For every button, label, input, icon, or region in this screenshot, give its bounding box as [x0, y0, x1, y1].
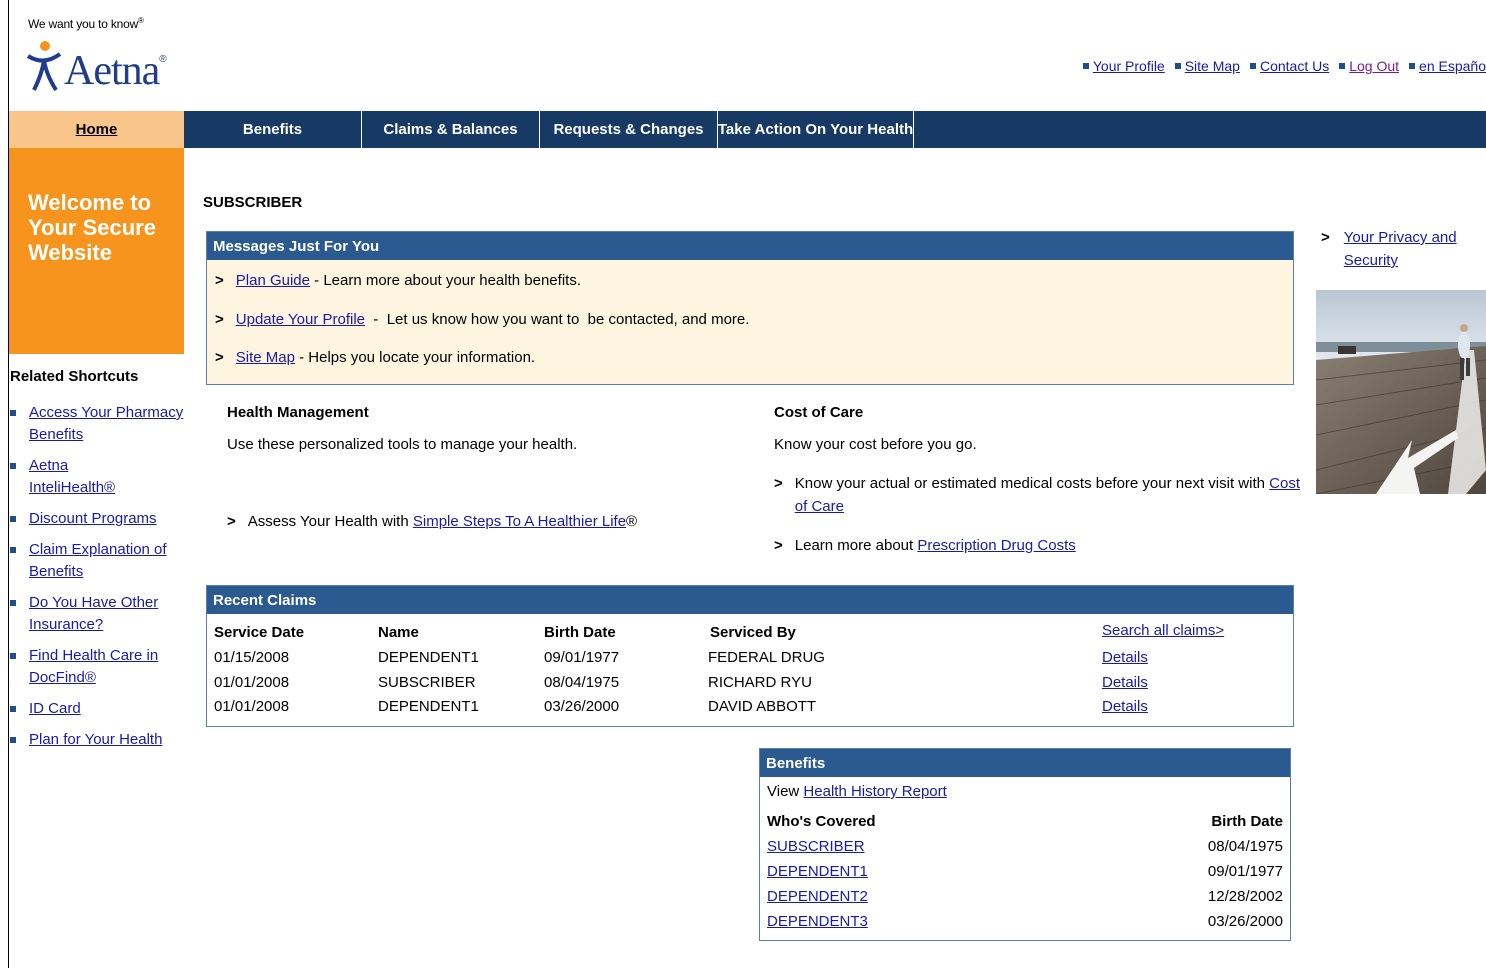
- table-row: 01/15/2008 DEPENDENT1 09/01/1977 FEDERAL…: [214, 649, 1148, 666]
- shortcut-plan-health-link[interactable]: Plan for Your Health: [29, 729, 162, 751]
- list-item: > Site Map - Helps you locate your infor…: [215, 349, 536, 366]
- list-item: Plan for Your Health: [10, 729, 185, 751]
- list-item: Discount Programs: [10, 508, 185, 530]
- health-management-title: Health Management: [227, 404, 369, 421]
- espanol-link[interactable]: en Españo: [1419, 58, 1486, 74]
- search-all-claims-link[interactable]: Search all claims>: [1102, 622, 1224, 639]
- table-row: DEPENDENT2 12/28/2002: [767, 888, 1283, 910]
- boardwalk-photo: [1316, 290, 1486, 494]
- utility-links: Your Profile Site Map Contact Us Log Out…: [1082, 58, 1486, 74]
- messages-panel: Messages Just For You > Plan Guide - Lea…: [206, 231, 1294, 385]
- tab-requests-changes[interactable]: Requests & Changes: [540, 111, 718, 148]
- chevron-right-icon: >: [774, 475, 783, 492]
- shortcut-pharmacy-link[interactable]: Access Your Pharmacy Benefits: [29, 402, 183, 446]
- benefits-title: Benefits: [760, 749, 1290, 777]
- covered-member-link[interactable]: DEPENDENT2: [767, 888, 868, 910]
- bullet-icon: [1339, 63, 1346, 69]
- shortcut-docfind-link[interactable]: Find Health Care in DocFind®: [29, 645, 158, 689]
- main-nav: Home Benefits Claims & Balances Requests…: [9, 111, 1486, 148]
- logo-wordmark: Aetna: [64, 48, 160, 94]
- aetna-logo[interactable]: Aetna ®: [26, 36, 167, 92]
- bullet-icon: [10, 516, 16, 522]
- covered-member-link[interactable]: SUBSCRIBER: [767, 838, 865, 860]
- bullet-icon: [10, 653, 16, 659]
- list-item: Access Your Pharmacy Benefits: [10, 402, 185, 446]
- contact-us-link[interactable]: Contact Us: [1260, 58, 1329, 74]
- subscriber-label: SUBSCRIBER: [203, 194, 303, 211]
- related-shortcuts-list: Access Your Pharmacy Benefits Aetna Inteli…: [10, 402, 185, 760]
- list-item: > Update Your Profile - Let us know how …: [215, 311, 750, 328]
- list-item: > Plan Guide - Learn more about your hea…: [215, 272, 581, 289]
- health-management-desc: Use these personalized tools to manage y…: [227, 436, 578, 453]
- welcome-banner: Welcome to Your Secure Website: [9, 148, 184, 354]
- list-item: > Assess Your Health with Simple Steps To…: [227, 513, 638, 530]
- bullet-icon: [1249, 63, 1256, 69]
- site-map-message-link[interactable]: Site Map: [236, 349, 295, 366]
- list-item: Do You Have Other Insurance?: [10, 592, 185, 636]
- view-report-row: View Health History Report: [767, 783, 1283, 805]
- chevron-right-icon: >: [227, 513, 236, 530]
- covered-member-link[interactable]: DEPENDENT3: [767, 913, 868, 935]
- privacy-item: > Your Privacy and Security: [1321, 226, 1457, 272]
- chevron-right-icon: >: [215, 311, 224, 328]
- chevron-right-icon: >: [774, 537, 783, 554]
- prescription-drug-costs-link[interactable]: Prescription Drug Costs: [917, 537, 1075, 554]
- aetna-figure-icon: [26, 41, 62, 92]
- shortcut-discount-link[interactable]: Discount Programs: [29, 508, 157, 530]
- bullet-icon: [10, 410, 16, 416]
- recent-claims-panel: Recent Claims Service Date Name Birth Da…: [206, 585, 1294, 727]
- log-out-link[interactable]: Log Out: [1349, 58, 1399, 74]
- cost-of-care-title: Cost of Care: [774, 404, 864, 421]
- bullet-icon: [10, 706, 16, 712]
- recent-claims-title: Recent Claims: [207, 586, 1293, 614]
- list-item: Find Health Care in DocFind®: [10, 645, 185, 689]
- health-history-report-link[interactable]: Health History Report: [803, 783, 946, 805]
- shortcut-intelihealth-link[interactable]: Aetna InteliHealth®: [29, 455, 115, 499]
- shortcut-claim-explanation-link[interactable]: Claim Explanation of Benefits: [29, 539, 167, 583]
- site-map-link[interactable]: Site Map: [1185, 58, 1240, 74]
- shortcut-other-insurance-link[interactable]: Do You Have Other Insurance?: [29, 592, 158, 636]
- your-profile-link[interactable]: Your Profile: [1093, 58, 1165, 74]
- covered-member-link[interactable]: DEPENDENT1: [767, 863, 868, 885]
- cost-of-care-desc: Know your cost before you go.: [774, 436, 977, 453]
- tagline: We want you to know®: [28, 16, 144, 31]
- table-row: 01/01/2008 DEPENDENT1 03/26/2000 DAVID A…: [214, 698, 1148, 715]
- bullet-icon: [1409, 63, 1416, 69]
- table-row: 01/01/2008 SUBSCRIBER 08/04/1975 RICHARD…: [214, 674, 1148, 691]
- bullet-icon: [10, 600, 16, 606]
- claim-details-link[interactable]: Details: [1102, 649, 1148, 666]
- shortcut-id-card-link[interactable]: ID Card: [29, 698, 81, 720]
- chevron-right-icon: >: [215, 349, 224, 366]
- boardwalk-runner-image: [1316, 290, 1486, 494]
- list-item: Aetna InteliHealth®: [10, 455, 185, 499]
- bullet-icon: [10, 737, 16, 743]
- bullet-icon: [1174, 63, 1181, 69]
- table-header: Who's Covered Birth Date: [767, 813, 1283, 830]
- list-item: Claim Explanation of Benefits: [10, 539, 185, 583]
- messages-title: Messages Just For You: [207, 232, 1293, 260]
- chevron-right-icon: >: [1321, 229, 1330, 246]
- related-shortcuts-title: Related Shortcuts: [10, 368, 139, 385]
- bullet-icon: [1082, 63, 1089, 69]
- tab-benefits[interactable]: Benefits: [184, 111, 362, 148]
- update-profile-link[interactable]: Update Your Profile: [236, 311, 365, 328]
- chevron-right-icon: >: [215, 272, 224, 289]
- list-item: ID Card: [10, 698, 185, 720]
- tab-claims-balances[interactable]: Claims & Balances: [362, 111, 540, 148]
- table-row: DEPENDENT3 03/26/2000: [767, 913, 1283, 935]
- bullet-icon: [10, 463, 16, 469]
- tab-home[interactable]: Home: [9, 111, 184, 148]
- simple-steps-link[interactable]: Simple Steps To A Healthier Life: [413, 513, 626, 530]
- benefits-panel: Benefits View Health History Report Who'…: [759, 748, 1291, 941]
- plan-guide-link[interactable]: Plan Guide: [236, 272, 310, 289]
- table-row: SUBSCRIBER 08/04/1975: [767, 838, 1283, 860]
- claim-details-link[interactable]: Details: [1102, 674, 1148, 691]
- claim-details-link[interactable]: Details: [1102, 698, 1148, 715]
- list-item: > Know your actual or estimated medical …: [774, 472, 1300, 518]
- list-item: > Learn more about Prescription Drug Cos…: [774, 534, 1294, 557]
- tab-take-action[interactable]: Take Action On Your Health: [718, 111, 914, 148]
- bullet-icon: [10, 547, 16, 553]
- privacy-security-link[interactable]: Your Privacy and Security: [1344, 226, 1457, 272]
- table-row: DEPENDENT1 09/01/1977: [767, 863, 1283, 885]
